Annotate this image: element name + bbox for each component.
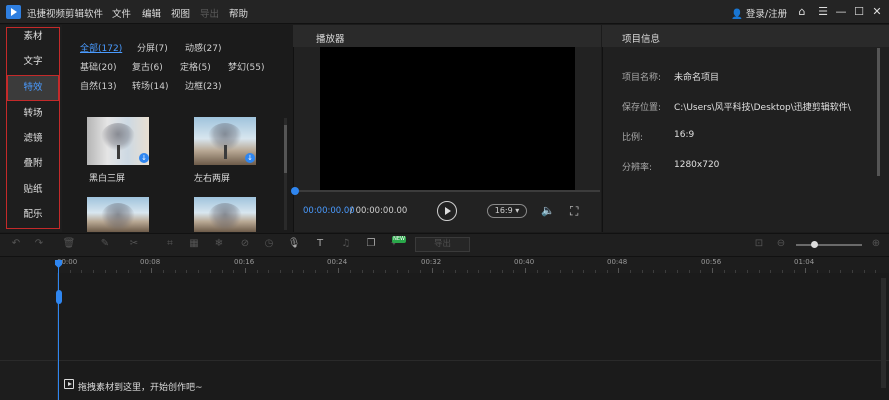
ruler-label: 00:16 bbox=[234, 258, 255, 266]
ruler-label: 00:32 bbox=[421, 258, 442, 266]
filter-transition[interactable]: 转场(14) bbox=[132, 79, 168, 92]
sidebar-item-transitions[interactable]: 转场 bbox=[7, 102, 59, 126]
ruler-label: 00:40 bbox=[514, 258, 535, 266]
new-badge: NEW bbox=[392, 236, 406, 243]
zoom-out-icon[interactable]: ⊖ bbox=[774, 237, 788, 251]
timeline-scrollbar[interactable] bbox=[881, 278, 886, 388]
sidebar-item-text[interactable]: 文字 bbox=[7, 50, 59, 74]
delete-icon[interactable]: 🗑 bbox=[62, 237, 76, 251]
menu-icon[interactable]: ☰ bbox=[815, 4, 831, 20]
undo-icon[interactable]: ↶ bbox=[9, 237, 23, 251]
player-title: 播放器 bbox=[316, 34, 345, 45]
filter-freeze[interactable]: 定格(5) bbox=[180, 60, 211, 73]
login-register-link[interactable]: 👤 登录/注册 bbox=[731, 6, 787, 20]
sidebar-item-effects[interactable]: 特效 bbox=[7, 75, 59, 101]
app-title: 迅捷视频剪辑软件 bbox=[27, 9, 104, 20]
track-divider bbox=[0, 360, 889, 361]
user-icon: 👤 bbox=[731, 9, 743, 20]
freeze-icon[interactable]: ❄ bbox=[212, 237, 226, 251]
track-header bbox=[0, 273, 58, 400]
effect-thumbnail[interactable] bbox=[87, 197, 149, 232]
menu-file[interactable]: 文件 bbox=[112, 6, 131, 20]
filter-split[interactable]: 分屏(7) bbox=[137, 41, 168, 54]
menu-export[interactable]: 导出 bbox=[200, 6, 219, 20]
effect-label: 左右两屏 bbox=[194, 174, 231, 184]
save-location-label: 保存位置: bbox=[622, 103, 662, 113]
ratio-label: 比例: bbox=[622, 133, 644, 143]
project-info-panel bbox=[602, 25, 889, 232]
sidebar-item-overlay[interactable]: 叠附 bbox=[7, 152, 59, 176]
sidebar-item-stickers[interactable]: 贴纸 bbox=[7, 178, 59, 202]
download-icon[interactable]: ↓ bbox=[245, 153, 255, 163]
playback-progress-handle[interactable] bbox=[291, 187, 299, 195]
filter-border[interactable]: 边框(23) bbox=[185, 79, 221, 92]
redo-icon[interactable]: ↷ bbox=[32, 237, 46, 251]
app-logo-icon bbox=[6, 5, 21, 19]
drop-hint-text: 拖拽素材到这里，开始创作吧~ bbox=[78, 383, 203, 393]
effect-label: 黑白三屏 bbox=[89, 174, 126, 184]
edit-icon[interactable]: ✎ bbox=[98, 237, 112, 251]
copy-icon[interactable]: ❐ bbox=[364, 237, 378, 251]
current-time: 00:00:00.00 bbox=[303, 206, 355, 216]
save-location-value: C:\Users\风平科技\Desktop\迅捷剪辑软件\ bbox=[674, 103, 851, 113]
menu-help[interactable]: 帮助 bbox=[229, 6, 248, 20]
project-info-scrollbar[interactable] bbox=[877, 48, 880, 176]
media-drop-icon bbox=[64, 379, 74, 389]
ruler-label: 00:08 bbox=[140, 258, 161, 266]
effects-scroll-thumb[interactable] bbox=[284, 125, 287, 173]
download-icon[interactable]: ↓ bbox=[139, 153, 149, 163]
video-preview[interactable] bbox=[320, 47, 575, 190]
speed-icon[interactable]: ⊘ bbox=[238, 237, 252, 251]
split-audio-icon[interactable]: ♫ bbox=[339, 237, 353, 251]
zoom-in-icon[interactable]: ⊕ bbox=[869, 237, 883, 251]
maximize-icon[interactable]: ☐ bbox=[851, 4, 867, 20]
mosaic-icon[interactable]: ▦ bbox=[187, 237, 201, 251]
filter-retro[interactable]: 复古(6) bbox=[132, 60, 163, 73]
playhead[interactable] bbox=[58, 260, 59, 400]
text-to-speech-icon[interactable]: T bbox=[313, 237, 327, 251]
close-icon[interactable]: ✕ bbox=[869, 4, 885, 20]
timer-icon[interactable]: ◷ bbox=[262, 237, 276, 251]
zoom-slider-handle[interactable] bbox=[811, 241, 818, 248]
sidebar-item-music[interactable]: 配乐 bbox=[7, 203, 59, 227]
timeline-ruler[interactable] bbox=[0, 257, 889, 273]
filter-nature[interactable]: 自然(13) bbox=[80, 79, 116, 92]
project-name-label: 项目名称: bbox=[622, 73, 662, 83]
sidebar-item-filters[interactable]: 滤镜 bbox=[7, 127, 59, 151]
login-label: 登录/注册 bbox=[745, 9, 788, 20]
resolution-label: 分辨率: bbox=[622, 163, 653, 173]
fullscreen-icon[interactable]: ⛶ bbox=[570, 204, 584, 218]
menu-edit[interactable]: 编辑 bbox=[142, 6, 161, 20]
project-info-title: 项目信息 bbox=[622, 34, 661, 45]
filter-dynamic[interactable]: 动感(27) bbox=[185, 41, 221, 54]
zoom-slider[interactable] bbox=[796, 244, 862, 246]
effect-thumbnail[interactable] bbox=[194, 197, 256, 232]
track-resize-handle[interactable] bbox=[56, 290, 62, 304]
play-button[interactable] bbox=[437, 201, 457, 221]
ratio-value: 16:9 bbox=[674, 130, 695, 140]
menu-view[interactable]: 视图 bbox=[171, 6, 190, 20]
minimize-icon[interactable]: — bbox=[833, 4, 849, 20]
filter-basic[interactable]: 基础(20) bbox=[80, 60, 116, 73]
volume-icon[interactable]: 🔈 bbox=[541, 204, 557, 218]
resolution-value: 1280x720 bbox=[674, 160, 720, 170]
ruler-label: 00:48 bbox=[607, 258, 628, 266]
playback-progress-bar[interactable] bbox=[295, 190, 600, 192]
total-time: / 00:00:00.00 bbox=[350, 206, 408, 216]
ruler-label: 00:24 bbox=[327, 258, 348, 266]
fit-icon[interactable]: ⊡ bbox=[752, 237, 766, 251]
filter-dreamy[interactable]: 梦幻(55) bbox=[228, 60, 264, 73]
ruler-label: 01:04 bbox=[794, 258, 815, 266]
sidebar-item-media[interactable]: 素材 bbox=[7, 25, 59, 49]
home-icon[interactable]: ⌂ bbox=[794, 4, 810, 20]
aspect-ratio-select[interactable]: 16:9 ▾ bbox=[487, 204, 527, 218]
ruler-label: 00:56 bbox=[701, 258, 722, 266]
record-icon[interactable]: 🎙 bbox=[287, 237, 301, 251]
export-button[interactable]: 导出 bbox=[415, 237, 470, 252]
filter-all[interactable]: 全部(172) bbox=[80, 41, 122, 54]
cut-icon[interactable]: ✂ bbox=[127, 237, 141, 251]
project-name-value: 未命名项目 bbox=[674, 73, 720, 83]
crop-icon[interactable]: ⌗ bbox=[163, 237, 177, 251]
